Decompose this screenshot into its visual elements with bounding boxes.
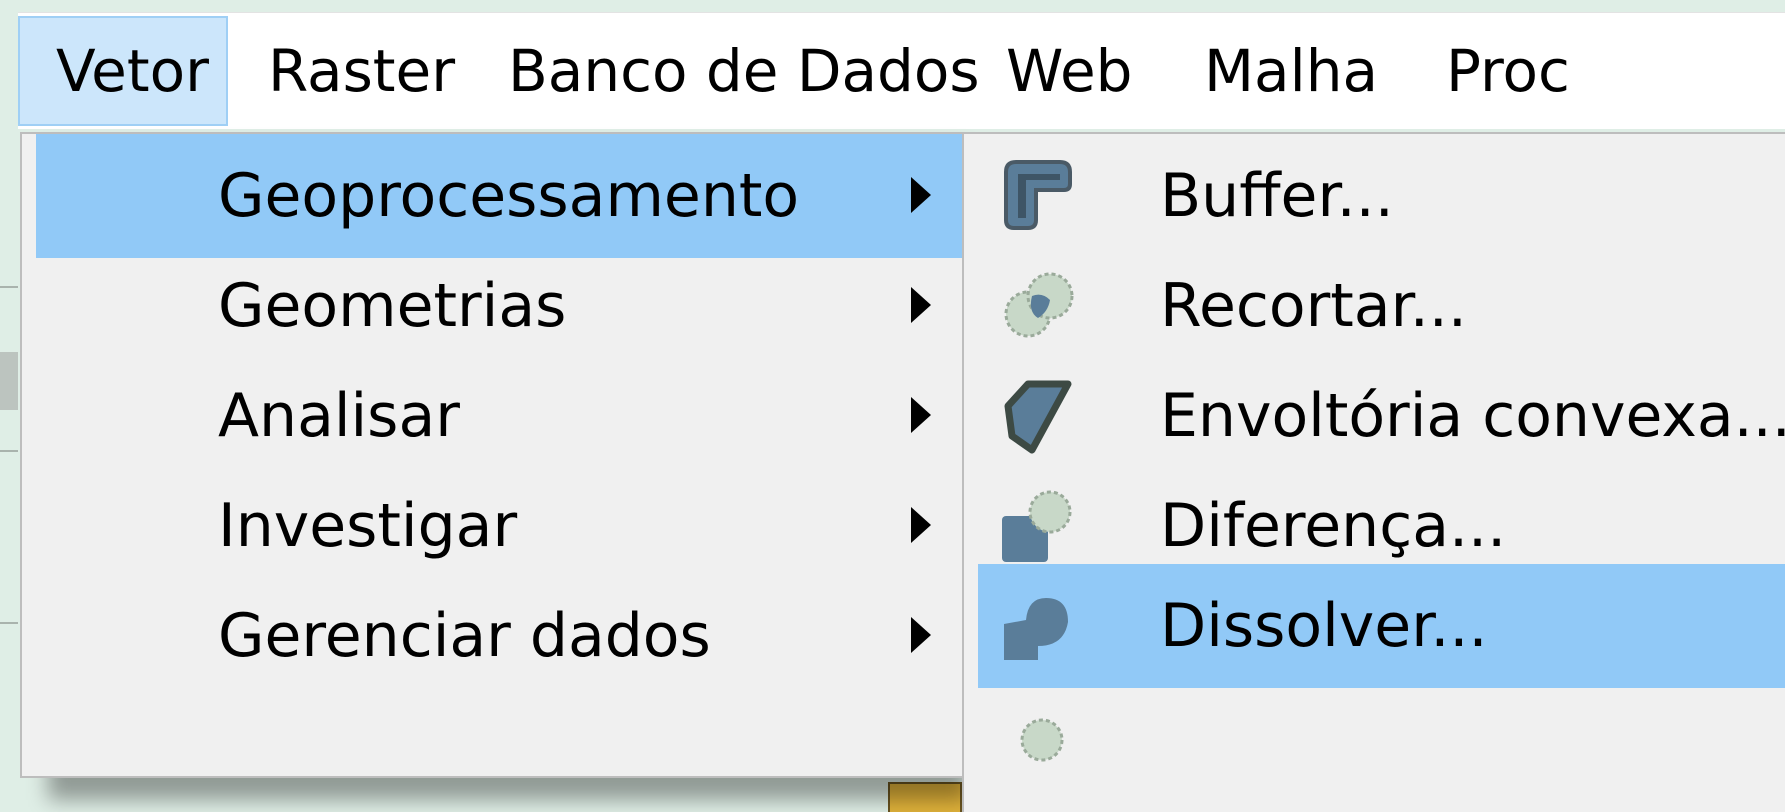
submenu-arrow-icon: [911, 507, 931, 543]
dissolve-icon: [1004, 598, 1068, 660]
submenu-item-recortar[interactable]: Recortar...: [978, 244, 1785, 368]
qgis-window: Vetor Raster Banco de Dados Web Malha Pr…: [0, 0, 1785, 812]
menu-item-analisar[interactable]: Analisar: [36, 354, 964, 478]
difference-icon: [1002, 490, 1072, 562]
menu-item-label: Investigar: [218, 491, 518, 561]
menu-vetor[interactable]: Vetor: [18, 16, 228, 126]
edge-panel: [0, 352, 18, 410]
submenu-item-label: Buffer...: [1160, 161, 1394, 231]
menu-malha[interactable]: Malha: [1204, 16, 1378, 126]
edge-divider: [0, 622, 18, 624]
vetor-dropdown: Geoprocessamento Geometrias Analisar Inv…: [20, 132, 966, 778]
clip-icon: [1004, 272, 1074, 338]
menu-banco-de-dados[interactable]: Banco de Dados: [508, 16, 980, 126]
menu-processamento[interactable]: Proc: [1446, 16, 1570, 126]
edge-divider: [0, 450, 18, 452]
submenu-arrow-icon: [911, 177, 931, 213]
buffer-icon: [1004, 160, 1072, 230]
submenu-item-label: Dissolver...: [1160, 591, 1488, 661]
menu-item-geometrias[interactable]: Geometrias: [36, 244, 964, 368]
menu-item-geoprocessamento[interactable]: Geoprocessamento: [36, 134, 964, 258]
submenu-arrow-icon: [911, 397, 931, 433]
submenu-item-buffer[interactable]: Buffer...: [978, 134, 1785, 258]
menu-item-label: Geometrias: [218, 271, 567, 341]
menu-item-gerenciar-dados[interactable]: Gerenciar dados: [36, 574, 964, 698]
intersection-icon: [1020, 718, 1064, 762]
menu-bar: Vetor Raster Banco de Dados Web Malha Pr…: [18, 12, 1785, 129]
submenu-item-dissolver[interactable]: Dissolver...: [978, 564, 1785, 688]
submenu-item-label: Recortar...: [1160, 271, 1467, 341]
edge-divider: [0, 286, 18, 288]
window-edge: [0, 0, 18, 812]
menu-raster[interactable]: Raster: [268, 16, 455, 126]
submenu-item-envoltoria-convexa[interactable]: Envoltória convexa...: [978, 354, 1785, 478]
submenu-item-label: Envoltória convexa...: [1160, 381, 1785, 451]
menu-item-label: Analisar: [218, 381, 460, 451]
menu-item-label: Gerenciar dados: [218, 601, 711, 671]
submenu-item-intersecao[interactable]: [978, 684, 1785, 808]
menu-item-investigar[interactable]: Investigar: [36, 464, 964, 588]
menu-web[interactable]: Web: [1006, 16, 1132, 126]
geoprocessamento-submenu: Buffer... Recortar... Envoltória convexa…: [962, 132, 1785, 812]
submenu-arrow-icon: [911, 287, 931, 323]
menu-item-label: Geoprocessamento: [218, 161, 800, 231]
convex-hull-icon: [1004, 380, 1072, 454]
submenu-arrow-icon: [911, 617, 931, 653]
